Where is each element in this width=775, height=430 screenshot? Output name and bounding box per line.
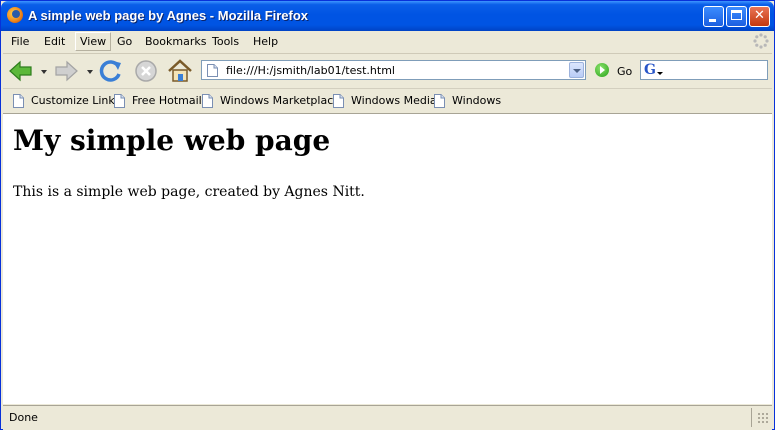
status-text: Done: [9, 411, 38, 424]
search-box[interactable]: G: [640, 60, 768, 80]
bookmark-label: Customize Links: [31, 94, 121, 107]
back-arrow-icon[interactable]: [8, 59, 34, 83]
bookmark-page-icon: [13, 94, 24, 108]
google-icon[interactable]: G: [644, 62, 656, 78]
close-button[interactable]: ✕: [749, 6, 770, 27]
address-bar[interactable]: file:///H:/jsmith/lab01/test.html: [201, 60, 586, 80]
minimize-icon: [709, 19, 716, 22]
menu-bar: File Edit View Go Bookmarks Tools Help: [3, 31, 772, 54]
menu-view[interactable]: View: [75, 32, 112, 51]
maximize-icon: [731, 10, 742, 20]
menu-help[interactable]: Help: [253, 35, 278, 48]
bookmark-page-icon: [333, 94, 344, 108]
bookmark-page-icon: [114, 94, 125, 108]
address-dropdown-button[interactable]: [569, 62, 584, 78]
firefox-logo-icon: [7, 7, 23, 23]
page-paragraph: This is a simple web page, created by Ag…: [13, 184, 365, 200]
status-divider: [751, 408, 752, 427]
back-history-dropdown[interactable]: [41, 70, 47, 74]
page-content: My simple web page This is a simple web …: [3, 114, 772, 404]
status-bar: Done: [3, 405, 772, 430]
close-icon: ✕: [754, 8, 765, 23]
maximize-button[interactable]: [726, 6, 747, 27]
go-button-icon[interactable]: [595, 63, 609, 77]
menu-go[interactable]: Go: [117, 35, 132, 48]
bookmark-label: Free Hotmail: [132, 94, 202, 107]
address-input[interactable]: file:///H:/jsmith/lab01/test.html: [226, 64, 395, 77]
go-button-label[interactable]: Go: [617, 65, 632, 78]
bookmarks-toolbar: Customize Links Free Hotmail Windows Mar…: [3, 89, 772, 114]
browser-window: A simple web page by Agnes - Mozilla Fir…: [0, 0, 775, 430]
bookmark-label: Windows: [452, 94, 502, 107]
search-engine-dropdown-icon[interactable]: [657, 72, 663, 75]
page-heading: My simple web page: [13, 124, 331, 157]
activity-throbber-icon: [753, 33, 769, 49]
menu-file[interactable]: File: [11, 35, 29, 48]
home-icon[interactable]: [166, 57, 194, 85]
minimize-button[interactable]: [703, 6, 724, 27]
menu-tools[interactable]: Tools: [212, 35, 239, 48]
bookmark-label: Windows Marketplace: [220, 94, 341, 107]
page-icon: [207, 64, 218, 77]
title-bar[interactable]: A simple web page by Agnes - Mozilla Fir…: [1, 1, 774, 31]
menu-bookmarks[interactable]: Bookmarks: [145, 35, 206, 48]
menu-edit[interactable]: Edit: [44, 35, 65, 48]
bookmark-label: Windows Media: [351, 94, 437, 107]
resize-grip-icon[interactable]: [757, 412, 769, 424]
stop-icon[interactable]: [133, 58, 159, 84]
bookmark-page-icon: [202, 94, 213, 108]
bookmark-page-icon: [434, 94, 445, 108]
navigation-toolbar: file:///H:/jsmith/lab01/test.html Go G: [3, 54, 772, 89]
reload-icon[interactable]: [98, 58, 124, 84]
forward-arrow-icon[interactable]: [53, 59, 79, 83]
window-title: A simple web page by Agnes - Mozilla Fir…: [28, 8, 309, 23]
forward-history-dropdown[interactable]: [87, 70, 93, 74]
